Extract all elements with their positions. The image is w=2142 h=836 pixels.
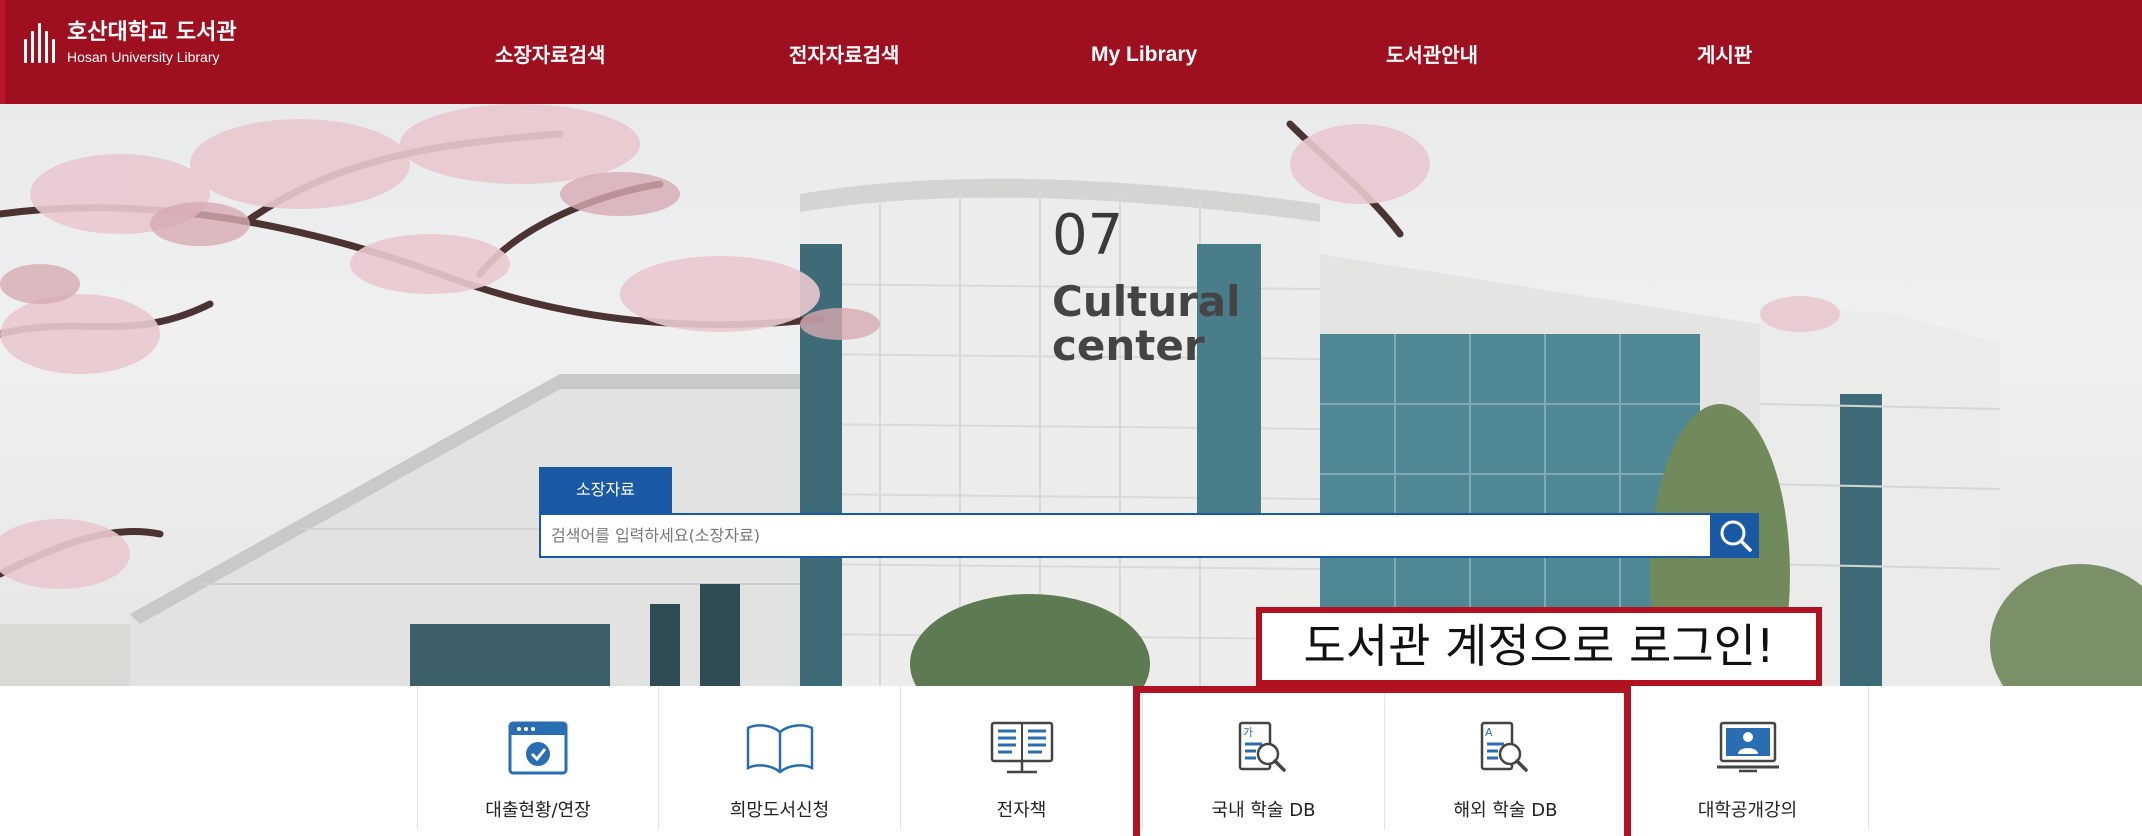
top-header: 호산대학교 도서관 Hosan University Library 소장자료검… xyxy=(0,0,2142,104)
logo-title-korean: 호산대학교 도서관 xyxy=(67,20,237,45)
quick-menu-ebook[interactable]: 전자책 xyxy=(901,686,1143,830)
building-sign-line1: Cultural xyxy=(1052,277,1241,326)
annotation-callout: 도서관 계정으로 로그인! xyxy=(1256,607,1822,686)
quick-menu: 대출현황/연장 희망도서신청 전자책 가 국내 학술 DB A 해외 학술 DB… xyxy=(0,686,2142,830)
quick-menu-book-request[interactable]: 희망도서신청 xyxy=(659,686,901,830)
library-building-illustration: 07 Cultural center xyxy=(0,104,2142,686)
search-tab-collection[interactable]: 소장자료 xyxy=(539,467,672,513)
search-button[interactable] xyxy=(1712,513,1759,558)
ebook-icon xyxy=(990,721,1053,774)
logo-text: 호산대학교 도서관 Hosan University Library xyxy=(67,20,237,65)
quick-menu-label: 대출현황/연장 xyxy=(485,800,591,821)
logo-bars-icon xyxy=(24,23,55,63)
nav-e-resource-search[interactable]: 전자자료검색 xyxy=(789,44,899,66)
quick-menu-label: 희망도서신청 xyxy=(729,800,830,821)
building-sign-line2: center xyxy=(1052,321,1205,370)
quick-menu-open-lecture[interactable]: 대학공개강의 xyxy=(1627,686,1869,830)
library-logo[interactable]: 호산대학교 도서관 Hosan University Library xyxy=(24,22,237,64)
quick-menu-label: 대학공개강의 xyxy=(1697,800,1798,821)
quick-menu-label: 전자책 xyxy=(996,800,1047,821)
building-number-text: 07 xyxy=(1052,203,1123,268)
nav-collection-search[interactable]: 소장자료검색 xyxy=(495,44,605,66)
calendar-check-icon xyxy=(508,721,568,775)
quick-menu-loan-status[interactable]: 대출현황/연장 xyxy=(417,686,659,830)
nav-board[interactable]: 게시판 xyxy=(1697,44,1752,66)
search-input[interactable] xyxy=(539,513,1712,558)
search-icon xyxy=(1720,520,1752,552)
lecture-monitor-icon xyxy=(1716,721,1779,773)
nav-my-library[interactable]: My Library xyxy=(1091,44,1197,66)
header-edge xyxy=(0,0,5,104)
hero-banner: 07 Cultural center xyxy=(0,104,2142,686)
annotation-highlight-box xyxy=(1133,686,1631,836)
open-book-icon xyxy=(746,724,813,774)
nav-library-guide[interactable]: 도서관안내 xyxy=(1386,44,1478,66)
logo-title-english: Hosan University Library xyxy=(67,49,220,65)
